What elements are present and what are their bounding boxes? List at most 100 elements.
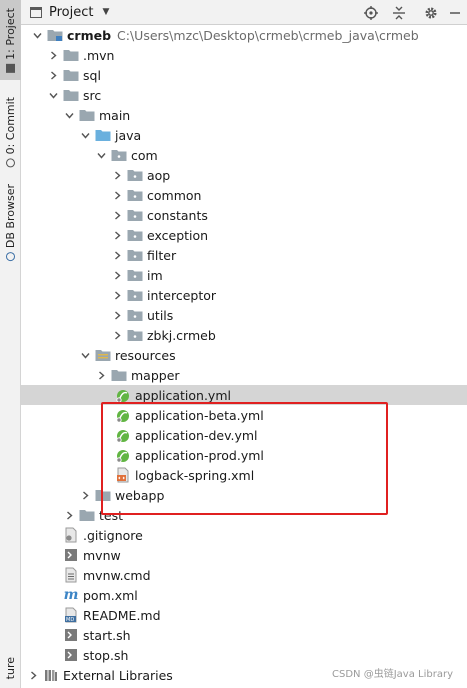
tree-item-label: .mvn <box>83 47 115 63</box>
tree-item-label: constants <box>147 207 208 223</box>
tree-item-stop-sh[interactable]: stop.sh <box>21 645 467 665</box>
tree-item-application-dev-yml[interactable]: application-dev.yml <box>21 425 467 445</box>
tree-item-label: logback-spring.xml <box>135 467 255 483</box>
tree-item-label: zbkj.crmeb <box>147 327 216 343</box>
shell-script-icon <box>63 647 79 663</box>
spring-yaml-file-icon <box>115 387 131 403</box>
chevron-down-icon[interactable] <box>63 105 75 125</box>
tree-item-start-sh[interactable]: start.sh <box>21 625 467 645</box>
tree-item-label: java <box>115 127 142 143</box>
folder-icon <box>79 107 95 123</box>
tree-item-label: application-dev.yml <box>135 427 258 443</box>
tree-item-com[interactable]: com <box>21 145 467 165</box>
chevron-right-icon[interactable] <box>111 165 123 185</box>
tree-item-mvnw[interactable]: mvnw <box>21 545 467 565</box>
tree-item-logback-spring-xml[interactable]: logback-spring.xml <box>21 465 467 485</box>
tree-item-test[interactable]: test <box>21 505 467 525</box>
tree-item-pom-xml[interactable]: m pom.xml <box>21 585 467 605</box>
chevron-right-icon[interactable] <box>111 205 123 225</box>
package-icon <box>127 327 143 343</box>
db-browser-tool-tab[interactable]: DB Browser <box>0 182 21 264</box>
chevron-right-icon[interactable] <box>111 185 123 205</box>
tree-item-sql[interactable]: sql <box>21 65 467 85</box>
chevron-right-icon[interactable] <box>47 65 59 85</box>
project-tool-tab[interactable]: 1: Project <box>0 0 21 80</box>
folder-icon <box>79 507 95 523</box>
tree-item-package[interactable]: im <box>21 265 467 285</box>
tree-item-label: README.md <box>83 607 161 623</box>
settings-gear-icon[interactable] <box>420 2 442 23</box>
tree-item-label: stop.sh <box>83 647 129 663</box>
tree-item-package[interactable]: zbkj.crmeb <box>21 325 467 345</box>
folder-icon <box>95 487 111 503</box>
project-tab-icon <box>6 63 15 73</box>
structure-tool-tab[interactable]: ture <box>0 648 21 688</box>
tree-item-mvnw-cmd[interactable]: mvnw.cmd <box>21 565 467 585</box>
tree-item-label: main <box>99 107 131 123</box>
tree-item-webapp[interactable]: webapp <box>21 485 467 505</box>
tree-item-package[interactable]: filter <box>21 245 467 265</box>
chevron-right-icon[interactable] <box>27 665 39 685</box>
chevron-down-icon[interactable] <box>79 125 91 145</box>
tree-item-application-yml[interactable]: application.yml <box>21 385 467 405</box>
chevron-down-icon[interactable] <box>31 25 43 45</box>
gitignore-file-icon <box>63 527 79 543</box>
tree-item-label: mvnw <box>83 547 121 563</box>
commit-tool-tab[interactable]: 0: Commit <box>0 88 21 176</box>
chevron-right-icon[interactable] <box>95 365 107 385</box>
tree-item-package[interactable]: aop <box>21 165 467 185</box>
view-selector[interactable]: Project ▼ <box>21 0 109 24</box>
tree-item-mapper[interactable]: mapper <box>21 365 467 385</box>
tree-item-gitignore[interactable]: .gitignore <box>21 525 467 545</box>
tree-item-label: webapp <box>115 487 165 503</box>
chevron-right-icon[interactable] <box>111 305 123 325</box>
project-tree[interactable]: crmeb C:\Users\mzc\Desktop\crmeb\crmeb_j… <box>21 25 467 688</box>
tree-item-label: aop <box>147 167 171 183</box>
tree-item-label: filter <box>147 247 177 263</box>
text-file-icon <box>63 567 79 583</box>
chevron-down-icon[interactable] <box>79 345 91 365</box>
tree-item-label: mvnw.cmd <box>83 567 151 583</box>
chevron-right-icon[interactable] <box>79 485 91 505</box>
tree-item-label: application.yml <box>135 387 231 403</box>
tree-item-resources[interactable]: resources <box>21 345 467 365</box>
markdown-file-icon: MD <box>63 607 79 623</box>
tree-item-crmeb-root[interactable]: crmeb C:\Users\mzc\Desktop\crmeb\crmeb_j… <box>21 25 467 45</box>
spring-yaml-file-icon <box>115 447 131 463</box>
package-icon <box>127 307 143 323</box>
package-icon <box>127 207 143 223</box>
tree-item-label: .gitignore <box>83 527 143 543</box>
db-browser-tab-label: DB Browser <box>4 184 17 249</box>
tree-item-package[interactable]: utils <box>21 305 467 325</box>
minimize-icon[interactable] <box>444 2 466 23</box>
tree-item-package[interactable]: constants <box>21 205 467 225</box>
chevron-right-icon[interactable] <box>111 325 123 345</box>
chevron-right-icon[interactable] <box>111 225 123 245</box>
tree-item-main[interactable]: main <box>21 105 467 125</box>
chevron-right-icon[interactable] <box>111 245 123 265</box>
tree-item-readme-md[interactable]: MD README.md <box>21 605 467 625</box>
tree-item-label: start.sh <box>83 627 131 643</box>
tree-item-package[interactable]: interceptor <box>21 285 467 305</box>
tree-item-src[interactable]: src <box>21 85 467 105</box>
tree-item-package[interactable]: common <box>21 185 467 205</box>
collapse-all-icon[interactable] <box>388 2 410 23</box>
external-libraries-icon <box>43 667 59 683</box>
commit-tab-icon <box>6 158 15 168</box>
chevron-right-icon[interactable] <box>111 285 123 305</box>
tree-item-label: External Libraries <box>63 667 173 683</box>
chevron-right-icon[interactable] <box>47 45 59 65</box>
tree-item-java[interactable]: java <box>21 125 467 145</box>
tree-item-package[interactable]: exception <box>21 225 467 245</box>
chevron-right-icon[interactable] <box>111 265 123 285</box>
locate-target-icon[interactable] <box>360 2 382 23</box>
chevron-right-icon[interactable] <box>63 505 75 525</box>
tree-item-label: im <box>147 267 163 283</box>
chevron-down-icon[interactable] <box>47 85 59 105</box>
chevron-down-icon[interactable] <box>95 145 107 165</box>
tree-item-application-prod-yml[interactable]: application-prod.yml <box>21 445 467 465</box>
tree-item-application-beta-yml[interactable]: application-beta.yml <box>21 405 467 425</box>
package-icon <box>127 187 143 203</box>
tree-item-mvn[interactable]: .mvn <box>21 45 467 65</box>
tool-window-strip: 1: Project 0: Commit DB Browser ture <box>0 0 21 688</box>
